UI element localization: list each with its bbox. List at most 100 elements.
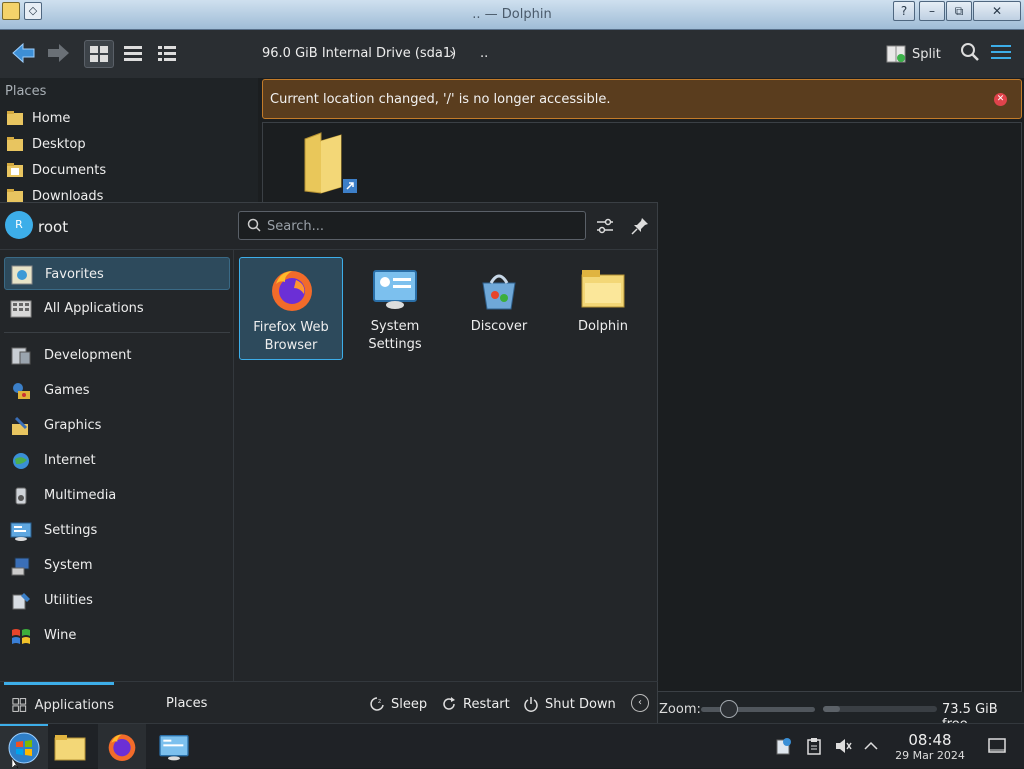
sliders-icon [597,218,613,234]
zoom-slider-track[interactable] [701,707,815,712]
avatar[interactable]: R [5,211,33,239]
all-applications-icon [10,300,32,318]
favorites-icon [11,265,33,285]
zoom-label: Zoom: [659,702,701,717]
banner-close-icon[interactable]: ✕ [994,93,1007,106]
pin-button[interactable] [629,215,651,237]
app-label-line2: Settings [368,337,422,352]
search-box[interactable] [238,211,586,240]
taskbar-system-settings[interactable] [150,724,198,769]
tab-applications[interactable]: Applications [4,682,114,725]
firefox-icon [272,271,312,311]
application-launcher: R root Favorites All Applications Develo… [0,202,658,723]
details-view-button[interactable] [152,40,182,68]
compact-view-button[interactable] [118,40,148,68]
desktop-folder-icon [7,137,23,151]
show-desktop-icon [988,738,1006,753]
window-titlebar[interactable]: ◇ .. — Dolphin ? – ⧉ ✕ [0,0,1024,30]
category-favorites[interactable]: Favorites [4,257,230,290]
shutdown-label: Shut Down [545,696,616,712]
app-label-line1: Discover [470,319,528,334]
parent-folder-item[interactable] [301,131,361,201]
category-label: Utilities [44,593,93,608]
app-tile-discover[interactable]: Discover [447,257,551,360]
app-tile-label: Discover [451,318,547,336]
category-development[interactable]: Development [4,339,230,372]
category-system[interactable]: System [4,549,230,582]
breadcrumb-current[interactable]: .. [480,46,488,61]
category-wine[interactable]: Wine [4,619,230,652]
category-label: Graphics [44,418,102,433]
settings-icon [10,522,32,541]
close-button[interactable]: ✕ [973,1,1021,21]
breadcrumb-drive[interactable]: 96.0 GiB Internal Drive (sda1) [262,46,456,61]
sleep-button[interactable]: z Sleep [369,693,427,715]
category-settings[interactable]: Settings [4,514,230,547]
category-label: Wine [44,628,77,643]
search-icon [247,218,261,232]
utilities-icon [12,593,30,610]
category-label: All Applications [44,301,144,316]
category-utilities[interactable]: Utilities [4,584,230,617]
category-graphics[interactable]: Graphics [4,409,230,442]
documents-folder-icon [7,163,23,177]
split-button[interactable]: Split [886,40,941,68]
sleep-label: Sleep [391,696,428,712]
start-menu-button[interactable] [0,724,48,769]
more-options-button[interactable]: ‹ [631,694,649,712]
place-documents[interactable]: Documents [6,159,106,181]
app-tile-firefox[interactable]: Firefox Web Browser [239,257,343,360]
show-desktop-button[interactable] [987,736,1007,756]
tray-expand[interactable] [861,736,881,756]
arrow-right-icon [48,44,69,62]
clock-date[interactable]: 29 Mar 2024 [882,749,978,762]
tray-volume[interactable] [833,736,853,756]
place-label: Documents [32,162,107,178]
category-label: Multimedia [44,488,117,503]
location-changed-banner: Current location changed, '/' is no long… [262,79,1022,119]
help-button[interactable]: ? [893,1,915,21]
category-label: Development [44,348,132,363]
taskbar-dolphin[interactable] [46,724,94,769]
folder-icon [54,734,86,760]
restart-icon [443,697,455,710]
restart-button[interactable]: Restart [441,693,510,715]
app-tile-label: System Settings [347,318,443,354]
configure-button[interactable] [594,215,616,237]
window-title: .. — Dolphin [472,7,552,22]
minimize-button[interactable]: – [919,1,945,21]
home-folder-icon [7,111,23,125]
user-name[interactable]: root [38,218,68,236]
zoom-slider-handle[interactable] [720,700,739,718]
search-button[interactable] [960,42,980,66]
tray-updates[interactable] [773,736,793,756]
restore-button[interactable]: ⧉ [946,1,972,21]
hamburger-menu-icon [991,45,1011,59]
details-view-icon [158,46,176,61]
place-home[interactable]: Home [6,107,70,129]
pin-icon [631,218,648,235]
back-button[interactable] [10,39,38,67]
tray-clipboard[interactable] [804,736,824,756]
clock-time[interactable]: 08:48 [892,731,968,749]
forward-button[interactable] [44,39,72,67]
place-desktop[interactable]: Desktop [6,133,86,155]
split-view-icon [886,45,906,63]
category-all-applications[interactable]: All Applications [4,292,230,325]
hamburger-menu-button[interactable] [991,44,1011,64]
category-internet[interactable]: Internet [4,444,230,477]
system-icon [11,557,30,576]
tab-places[interactable]: Places [166,696,207,711]
category-games[interactable]: Games [4,374,230,407]
taskbar-firefox[interactable] [98,724,146,769]
icons-view-button[interactable] [84,40,114,68]
search-input[interactable] [267,216,577,236]
app-tile-dolphin[interactable]: Dolphin [551,257,655,360]
folder-link-icon [304,132,357,194]
category-label: Favorites [45,267,104,282]
app-tile-system-settings[interactable]: System Settings [343,257,447,360]
launcher-footer: Applications Places z Sleep Restart Shut… [0,681,658,724]
breadcrumb-chevron-icon[interactable]: › [449,44,455,62]
shutdown-button[interactable]: Shut Down [523,693,616,715]
category-multimedia[interactable]: Multimedia [4,479,230,512]
